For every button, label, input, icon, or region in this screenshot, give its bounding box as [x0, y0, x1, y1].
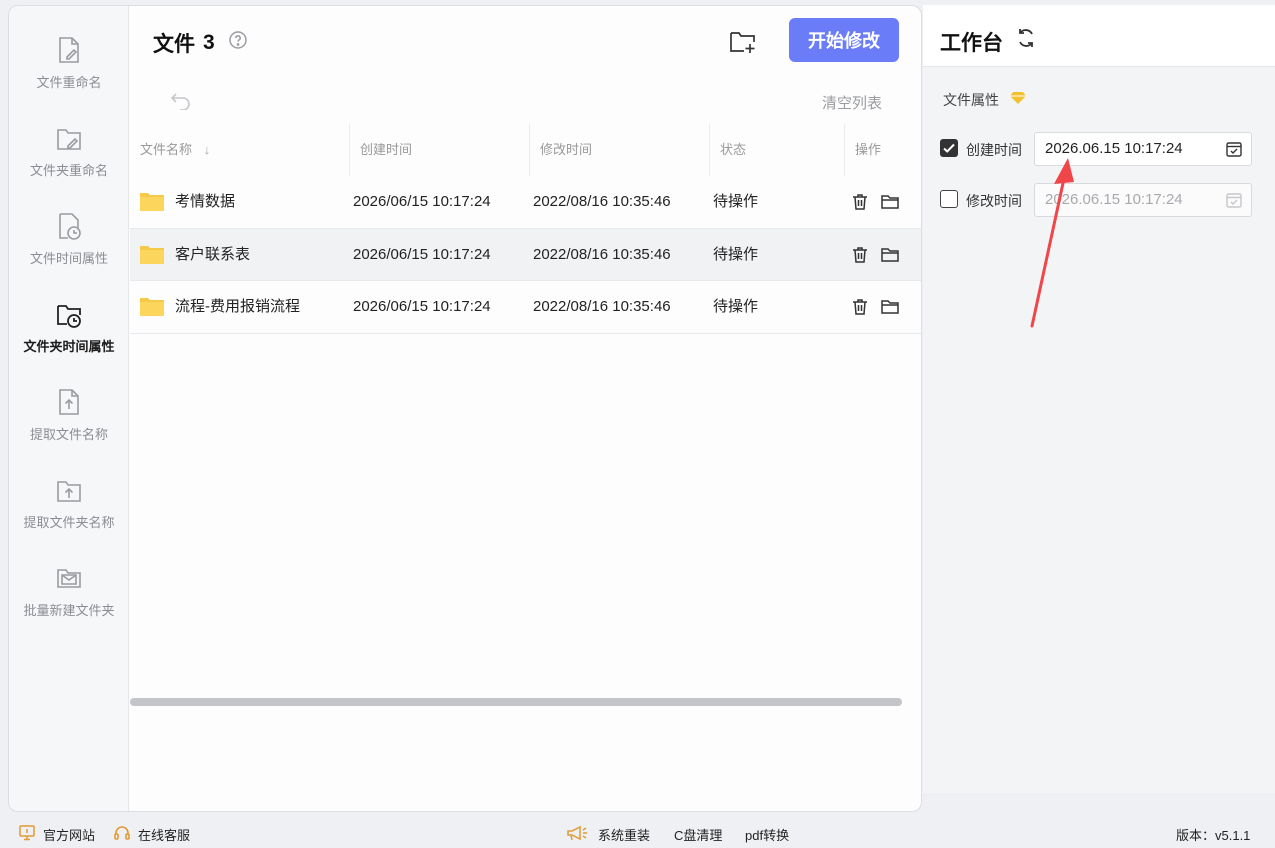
file-edit-icon	[59, 37, 79, 63]
table-row[interactable]: 流程-费用报销流程 2026/06/15 10:17:24 2022/08/16…	[130, 281, 921, 334]
sidebar-item-file-rename[interactable]: 文件重命名	[9, 36, 129, 116]
footer: 官方网站 在线客服 系统重装 C盘清理 pdf转换 版本：v5.1.1	[0, 818, 1275, 848]
sidebar-item-label: 文件夹时间属性	[23, 339, 115, 354]
table-row[interactable]: 考情数据 2026/06/15 10:17:24 2022/08/16 10:3…	[130, 176, 921, 229]
created-time-checkbox[interactable]	[940, 139, 958, 157]
sidebar-item-folder-time[interactable]: 文件夹时间属性	[9, 300, 129, 380]
version-label: 版本：v5.1.1	[1176, 828, 1251, 843]
table-header: 文件名称 ↓ 创建时间 修改时间 状态 操作	[130, 124, 921, 176]
column-header-created: 创建时间	[360, 142, 413, 157]
file-panel: 文件 3 开始修改 清空列表 文件名称 ↓ 创建时间 修改时间 状态 操作 考情…	[130, 6, 921, 811]
file-name: 考情数据	[175, 193, 236, 210]
undo-icon[interactable]	[170, 90, 192, 110]
calendar-icon[interactable]	[1225, 191, 1243, 209]
pdf-convert-link[interactable]: pdf转换	[745, 825, 789, 844]
trash-icon[interactable]	[850, 297, 870, 317]
column-divider	[529, 124, 530, 176]
file-count: 3	[203, 31, 215, 54]
annotation-arrow	[1030, 158, 1074, 328]
sidebar-item-batch-new-folder[interactable]: 批量新建文件夹	[9, 564, 129, 644]
open-folder-icon[interactable]	[880, 245, 900, 265]
trash-icon[interactable]	[850, 192, 870, 212]
created-time: 2026/06/15 10:17:24	[353, 298, 491, 315]
sidebar-item-file-time[interactable]: 文件时间属性	[9, 212, 129, 292]
column-header-actions: 操作	[855, 142, 882, 157]
sidebar-item-label: 提取文件夹名称	[23, 515, 115, 530]
refresh-icon[interactable]	[1015, 27, 1037, 49]
add-folder-icon[interactable]	[728, 28, 758, 56]
file-attributes-label: 文件属性	[943, 92, 999, 108]
diamond-icon	[1010, 92, 1026, 104]
workbench-header: 工作台	[923, 5, 1275, 67]
sidebar-item-label: 提取文件名称	[29, 427, 108, 442]
modified-time-label: 修改时间	[966, 193, 1022, 209]
folder-icon	[140, 193, 164, 211]
open-folder-icon[interactable]	[880, 297, 900, 317]
sidebar: 文件重命名 文件夹重命名 文件时间属性 文件夹时间属性 提取文件名称 提取文件夹…	[9, 6, 129, 811]
status: 待操作	[713, 193, 759, 210]
sidebar-item-label: 文件夹重命名	[29, 163, 108, 178]
folder-upload-icon	[57, 481, 81, 502]
created-time: 2026/06/15 10:17:24	[353, 246, 491, 263]
file-clock-icon	[59, 213, 81, 240]
file-name: 客户联系表	[175, 246, 251, 263]
modified-time: 2022/08/16 10:35:46	[533, 298, 671, 315]
workbench-title: 工作台	[940, 32, 1003, 55]
calendar-icon[interactable]	[1225, 140, 1243, 158]
horizontal-scrollbar[interactable]	[130, 698, 902, 706]
column-header-status: 状态	[720, 142, 747, 157]
column-divider	[709, 124, 710, 176]
check-icon	[943, 143, 955, 153]
folder-icon	[140, 246, 164, 264]
file-name: 流程-费用报销流程	[175, 298, 300, 315]
modified-time-checkbox[interactable]	[940, 190, 958, 208]
sidebar-item-label: 文件重命名	[36, 75, 102, 90]
c-drive-cleanup-link[interactable]: C盘清理	[674, 825, 722, 844]
system-reinstall-link[interactable]: 系统重装	[598, 825, 650, 844]
page-title: 文件 3	[153, 28, 215, 58]
online-support-link[interactable]: 在线客服	[138, 825, 190, 844]
clear-list-button[interactable]: 清空列表	[822, 92, 882, 113]
column-header-name[interactable]: 文件名称 ↓	[140, 124, 210, 176]
modified-time: 2022/08/16 10:35:46	[533, 193, 671, 210]
folder-clock-icon	[57, 305, 81, 328]
file-upload-icon	[59, 389, 79, 415]
sidebar-item-label: 文件时间属性	[29, 251, 108, 266]
start-modify-button[interactable]: 开始修改	[789, 18, 899, 62]
created-time: 2026/06/15 10:17:24	[353, 193, 491, 210]
folder-edit-icon	[57, 129, 81, 150]
table-row[interactable]: 客户联系表 2026/06/15 10:17:24 2022/08/16 10:…	[130, 228, 921, 281]
workbench-panel: 工作台 文件属性 创建时间 2026.06.15 10:17:24 修改时间 2…	[923, 5, 1275, 793]
help-icon[interactable]	[228, 30, 248, 50]
headset-icon	[114, 826, 130, 840]
column-header-modified: 修改时间	[540, 142, 593, 157]
created-time-label: 创建时间	[966, 142, 1022, 158]
sidebar-item-extract-file-names[interactable]: 提取文件名称	[9, 388, 129, 468]
open-folder-icon[interactable]	[880, 192, 900, 212]
modified-time: 2022/08/16 10:35:46	[533, 246, 671, 263]
sidebar-item-extract-folder-names[interactable]: 提取文件夹名称	[9, 476, 129, 556]
column-divider	[844, 124, 845, 176]
column-divider	[349, 124, 350, 176]
page-title-text: 文件	[153, 33, 195, 56]
status: 待操作	[713, 246, 759, 263]
sort-down-icon[interactable]: ↓	[204, 142, 211, 157]
sidebar-item-label: 批量新建文件夹	[23, 603, 115, 618]
monitor-icon	[19, 825, 35, 841]
trash-icon[interactable]	[850, 245, 870, 265]
sidebar-item-folder-rename[interactable]: 文件夹重命名	[9, 124, 129, 204]
megaphone-icon	[567, 825, 587, 841]
official-website-link[interactable]: 官方网站	[43, 825, 95, 844]
status: 待操作	[713, 298, 759, 315]
folder-mail-icon	[57, 569, 81, 588]
folder-icon	[140, 298, 164, 316]
main-card: 文件重命名 文件夹重命名 文件时间属性 文件夹时间属性 提取文件名称 提取文件夹…	[8, 5, 922, 812]
